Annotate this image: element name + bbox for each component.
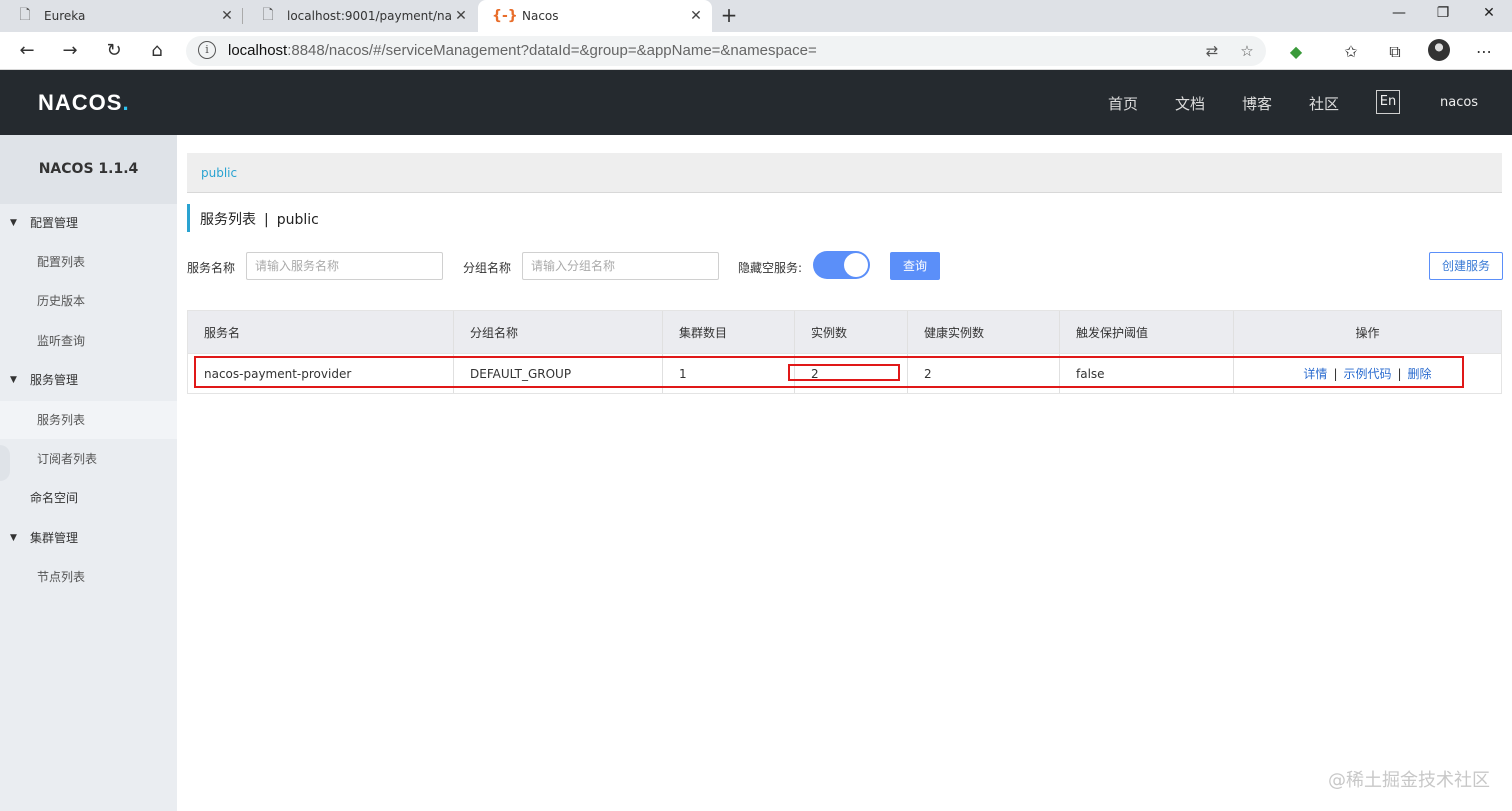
sidebar-item-label: 服务管理 [30,373,79,387]
detail-link[interactable]: 详情 [1303,365,1327,382]
caret-down-icon: ▼ [10,218,17,228]
close-icon[interactable]: ✕ [217,8,237,24]
query-button[interactable]: 查询 [890,252,940,280]
minimize-icon[interactable]: — [1376,0,1422,30]
browser-tab-nacos[interactable]: {-} Nacos ✕ [478,0,712,32]
sidebar-group-config[interactable]: ▼ 配置管理 [0,204,177,242]
col-instance-count: 实例数 [795,311,908,353]
cell-cluster-count: 1 [663,354,795,393]
restore-icon[interactable]: ❐ [1420,0,1466,30]
collections-icon[interactable]: ⧉ [1383,41,1407,63]
page-icon: 🗋 [262,7,274,23]
namespace-bar: public [187,153,1502,193]
sidebar-item-history[interactable]: 历史版本 [0,282,177,320]
table-row: nacos-payment-provider DEFAULT_GROUP 1 2… [188,353,1501,393]
home-icon[interactable]: ⌂ [142,37,172,65]
refresh-icon[interactable]: ↻ [99,37,129,65]
cell-protect-threshold: false [1060,354,1234,393]
col-cluster-count: 集群数目 [663,311,795,353]
col-healthy-count: 健康实例数 [908,311,1060,353]
profile-avatar[interactable] [1428,39,1450,61]
service-table: 服务名 分组名称 集群数目 实例数 健康实例数 触发保护阈值 操作 nacos-… [187,310,1502,394]
group-name-label: 分组名称 [463,261,512,275]
tab-label: Eureka [44,9,86,23]
sidebar-item-service-list[interactable]: 服务列表 [0,401,177,439]
browser-tab-bar: 🗋 Eureka ✕ 🗋 localhost:9001/payment/naco… [0,0,1512,32]
user-menu[interactable]: nacos [1440,95,1478,110]
sidebar-item-label: 配置管理 [30,216,79,230]
nav-docs[interactable]: 文档 [1175,93,1205,114]
nacos-logo[interactable]: NACOS. [38,90,130,116]
cell-healthy-count: 2 [908,354,1060,393]
sidebar-item-nodes[interactable]: 节点列表 [0,558,177,596]
cell-group-name: DEFAULT_GROUP [454,354,663,393]
sidebar-item-config-list[interactable]: 配置列表 [0,243,177,281]
site-info-icon[interactable]: i [198,41,216,59]
new-tab-icon[interactable]: + [716,3,742,29]
tab-label: Nacos [522,9,559,23]
nacos-header: NACOS. 首页 文档 博客 社区 En nacos [0,70,1512,135]
hide-empty-toggle[interactable] [813,251,870,279]
translate-icon[interactable]: ⇄ [1201,40,1223,62]
sample-code-link[interactable]: 示例代码 [1343,365,1391,382]
more-menu-icon[interactable]: ⋯ [1472,41,1496,63]
service-name-input[interactable] [246,252,443,280]
create-service-button[interactable]: 创建服务 [1429,252,1503,280]
toggle-knob [844,253,868,277]
sidebar-item-listeners[interactable]: 监听查询 [0,322,177,360]
favorites-icon[interactable]: ✩ [1339,41,1363,63]
caret-down-icon: ▼ [10,533,17,543]
version-title: NACOS 1.1.4 [0,135,177,204]
cell-instance-count: 2 [795,354,908,393]
address-url: localhost:8848/nacos/#/serviceManagement… [228,42,817,59]
back-icon[interactable]: ← [12,37,42,65]
sidebar-item-namespace[interactable]: 命名空间 [0,479,177,517]
nav-home[interactable]: 首页 [1108,93,1138,114]
tab-label: localhost:9001/payment/nacos/1 [287,9,451,23]
hide-empty-label: 隐藏空服务: [738,261,803,275]
browser-tab-payment[interactable]: 🗋 localhost:9001/payment/nacos/1 ✕ [243,0,477,32]
col-service-name: 服务名 [188,311,454,353]
group-name-input[interactable] [522,252,719,280]
sidebar-group-service[interactable]: ▼ 服务管理 [0,361,177,399]
browser-toolbar: ← → ↻ ⌂ i localhost:8848/nacos/#/service… [0,32,1512,70]
browser-tab-eureka[interactable]: 🗋 Eureka ✕ [0,0,243,32]
service-name-label: 服务名称 [187,261,236,275]
caret-down-icon: ▼ [10,375,17,385]
cell-actions: 详情 | 示例代码 | 删除 [1234,354,1501,393]
table-header: 服务名 分组名称 集群数目 实例数 健康实例数 触发保护阈值 操作 [188,311,1501,353]
col-group-name: 分组名称 [454,311,663,353]
favorite-star-icon[interactable]: ☆ [1236,40,1258,62]
cell-service-name: nacos-payment-provider [188,354,454,393]
action-separator: | [1397,366,1402,381]
sidebar-group-cluster[interactable]: ▼ 集群管理 [0,519,177,557]
close-icon[interactable]: ✕ [451,8,471,24]
close-icon[interactable]: ✕ [686,8,706,24]
address-bar[interactable]: i localhost:8848/nacos/#/serviceManageme… [186,36,1266,66]
nav-blog[interactable]: 博客 [1242,93,1272,114]
nacos-favicon-icon: {-} [492,8,518,24]
extension-icon[interactable]: ◆ [1284,41,1308,63]
sidebar-item-label: 集群管理 [30,531,79,545]
sidebar-item-subscribers[interactable]: 订阅者列表 [0,440,177,478]
language-switch[interactable]: En [1376,90,1400,114]
col-protect-threshold: 触发保护阈值 [1060,311,1234,353]
col-actions: 操作 [1355,325,1380,340]
watermark: @稀土掘金技术社区 [1328,770,1490,791]
action-separator: | [1333,366,1338,381]
sidebar: NACOS 1.1.4 ▼ 配置管理 配置列表 历史版本 监听查询 ▼ 服务管理… [0,135,177,811]
page-icon: 🗋 [19,7,31,23]
namespace-public-link[interactable]: public [201,166,237,180]
page-title: 服务列表 | public [187,204,319,232]
nav-community[interactable]: 社区 [1309,93,1339,114]
window-close-icon[interactable]: ✕ [1466,0,1512,30]
delete-link[interactable]: 删除 [1408,365,1432,382]
forward-icon[interactable]: → [55,37,85,65]
